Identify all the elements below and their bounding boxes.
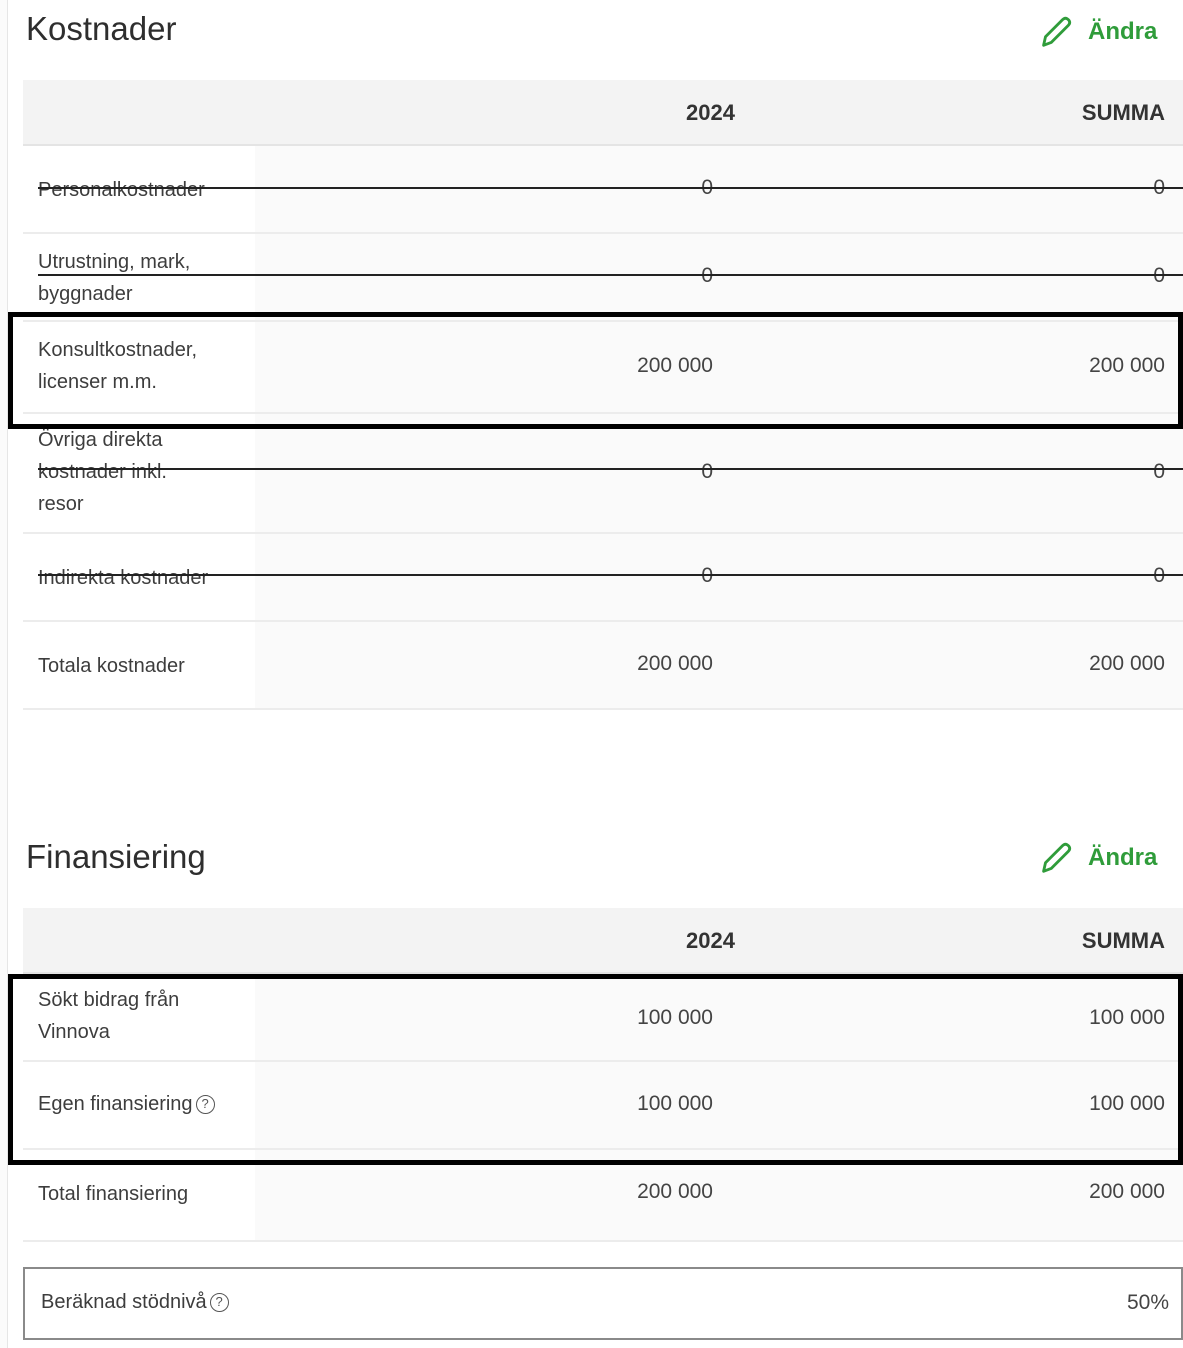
table-row: Övriga direkta kostnader inkl. resor 0 0 (23, 414, 1183, 534)
row-year-value: 200 000 (637, 1180, 713, 1203)
costs-title: Kostnader (26, 10, 177, 47)
highlight-frame-financing (8, 974, 1183, 1165)
financing-edit-label: Ändra (1088, 844, 1158, 871)
costs-header-sum: SUMMA (1081, 100, 1165, 125)
row-sum-value: 0 (1153, 264, 1165, 288)
financing-table-header: 2024 SUMMA (23, 908, 1183, 974)
row-sum-value: 200 000 (1089, 652, 1165, 675)
support-level-value: 50% (1126, 1291, 1169, 1314)
row-sum-value: 0 (1153, 564, 1165, 588)
row-year-value: 0 (701, 564, 713, 588)
row-label: Utrustning, mark, byggnader (38, 251, 191, 305)
support-level-label-text: Beräknad stödnivå (41, 1291, 207, 1313)
row-label: Total finansiering (38, 1183, 189, 1205)
table-row: Utrustning, mark, byggnader 0 0 (23, 234, 1183, 322)
financing-title: Finansiering (26, 838, 206, 875)
row-year-value: 0 (701, 264, 713, 288)
left-edge (0, 0, 8, 1348)
row-label: Personalkostnader (38, 179, 205, 201)
table-row: Personalkostnader 0 0 (23, 146, 1183, 234)
row-sum-value: 200 000 (1089, 1180, 1165, 1203)
table-row: Totala kostnader 200 000 200 000 (23, 622, 1183, 710)
costs-header-year: 2024 (686, 100, 735, 125)
strikethrough-line (38, 187, 1183, 189)
row-label: Indirekta kostnader (38, 567, 209, 589)
costs-edit-label: Ändra (1088, 18, 1158, 45)
table-row: Indirekta kostnader 0 0 (23, 534, 1183, 622)
highlight-frame-consulting (8, 312, 1183, 429)
strikethrough-line (38, 468, 1183, 470)
support-level-label: Beräknad stödnivå? (41, 1291, 229, 1314)
pencil-icon (1042, 842, 1072, 873)
support-level-box: Beräknad stödnivå? 50% (23, 1267, 1183, 1340)
financing-edit-button[interactable]: Ändra (1036, 838, 1166, 878)
row-label: Övriga direkta kostnader inkl. resor (38, 429, 167, 515)
row-year-value: 200 000 (637, 652, 713, 675)
costs-table-header: 2024 SUMMA (23, 80, 1183, 146)
help-icon[interactable]: ? (209, 1293, 229, 1312)
financing-header-sum: SUMMA (1081, 928, 1165, 953)
strikethrough-line (38, 274, 1183, 276)
costs-edit-button[interactable]: Ändra (1036, 12, 1166, 52)
pencil-icon (1042, 16, 1072, 47)
financing-header-year: 2024 (686, 928, 735, 953)
row-year-value: 0 (701, 460, 713, 483)
row-sum-value: 0 (1153, 460, 1165, 483)
strikethrough-line (38, 574, 1183, 576)
row-label: Totala kostnader (38, 655, 185, 677)
